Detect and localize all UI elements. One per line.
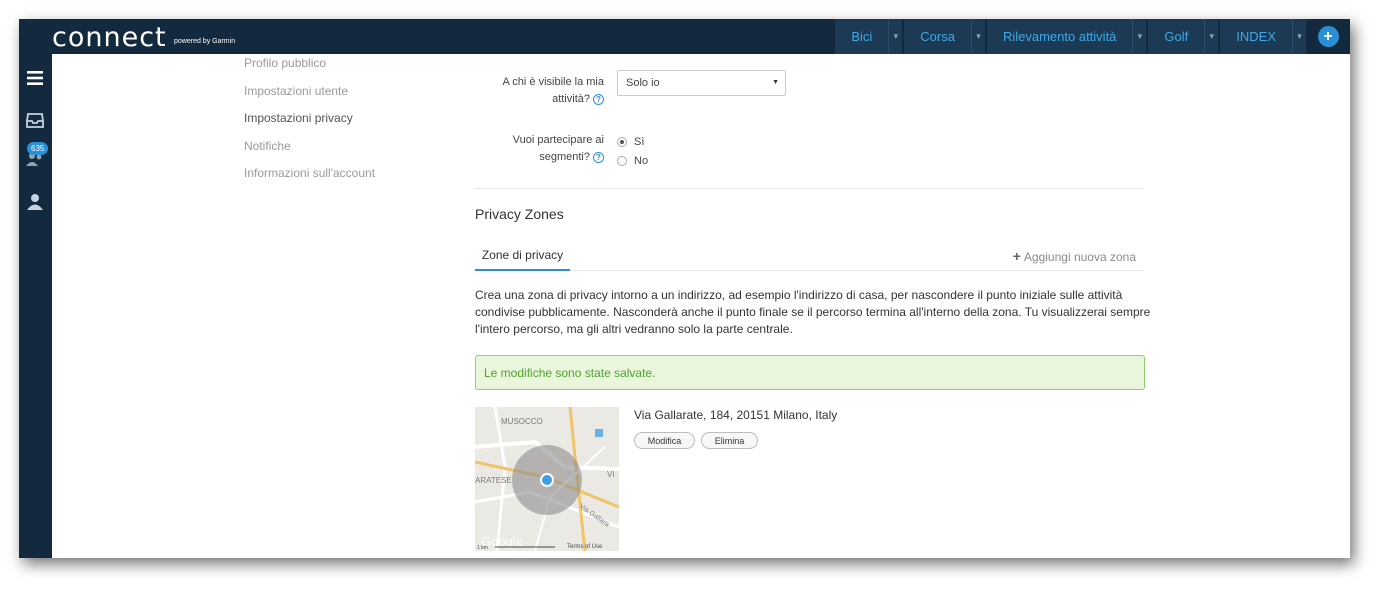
help-icon[interactable]: ? (593, 151, 604, 163)
nav-item-golf[interactable]: Golf ▾ (1148, 19, 1219, 54)
add-button[interactable]: + (1306, 19, 1350, 54)
visibility-label-line1: A chi è visibile la mia (502, 76, 605, 88)
nav-item-rilevamento[interactable]: Rilevamento attività ▾ (986, 19, 1147, 54)
tab-zone-di-privacy[interactable]: Zone di privacy (475, 242, 570, 271)
segments-label-line2: segmenti? (539, 151, 590, 163)
nav-item-bici[interactable]: Bici ▾ (835, 19, 903, 54)
add-zone-link[interactable]: + Aggiungi nuova zona (1013, 248, 1136, 264)
nav-item-label: Golf (1164, 29, 1189, 44)
settings-nav-item-profilo[interactable]: Profilo pubblico (244, 56, 375, 84)
zone-address: Via Gallarate, 184, 20151 Milano, Italy (634, 408, 838, 422)
map-label-aratese: ARATESE (475, 476, 512, 485)
nav-item-label: Rilevamento attività (1002, 29, 1117, 44)
success-alert: Le modifiche sono state salvate. (475, 355, 1145, 390)
help-icon[interactable]: ? (593, 93, 604, 105)
nav-item-label: INDEX (1236, 29, 1276, 44)
visibility-label-line2: attività? (552, 93, 590, 105)
segments-no-label: No (634, 155, 649, 167)
app-window: connect powered by Garmin Bici ▾ Corsa ▾… (19, 19, 1350, 558)
top-nav: Bici ▾ Corsa ▾ Rilevamento attività ▾ Go… (833, 19, 1350, 54)
visibility-label: A chi è visibile la mia attività?? (469, 74, 604, 108)
icon-sidebar: 635 (19, 54, 52, 558)
edit-zone-button[interactable]: Modifica (634, 432, 695, 449)
chevron-down-icon[interactable]: ▾ (970, 19, 985, 54)
privacy-zones-description: Crea una zona di privacy intorno a un in… (475, 288, 1151, 336)
settings-nav: Profilo pubblico Impostazioni utente Imp… (244, 56, 375, 194)
segments-yes-label: Sì (634, 136, 645, 148)
notification-badge[interactable]: 635 (27, 142, 49, 155)
settings-nav-item-notifiche[interactable]: Notifiche (244, 139, 375, 167)
nav-item-index[interactable]: INDEX ▾ (1220, 19, 1306, 54)
chevron-down-icon[interactable]: ▾ (1292, 19, 1306, 54)
map-label-musocco: MUSOCCO (501, 417, 543, 426)
radio-checked-icon[interactable] (617, 137, 627, 147)
section-divider (475, 188, 1144, 189)
settings-nav-item-account[interactable]: Informazioni sull'account (244, 166, 375, 194)
map-image: MUSOCCO ARATESE VI Via Gallara Google 1 … (475, 407, 619, 551)
user-icon[interactable] (25, 191, 45, 211)
plus-icon: + (1012, 248, 1021, 264)
nav-item-label: Corsa (920, 29, 955, 44)
visibility-select[interactable]: Solo io ▼ (617, 70, 786, 96)
segments-label: Vuoi partecipare ai segmenti?? (469, 132, 604, 166)
top-bar: connect powered by Garmin Bici ▾ Corsa ▾… (19, 19, 1350, 54)
zone-map[interactable]: MUSOCCO ARATESE VI Via Gallara Google 1 … (475, 407, 619, 551)
settings-nav-item-utente[interactable]: Impostazioni utente (244, 84, 375, 112)
settings-nav-item-privacy[interactable]: Impostazioni privacy (244, 111, 375, 139)
segments-label-line1: Vuoi partecipare ai (512, 134, 604, 146)
delete-zone-button[interactable]: Elimina (701, 432, 758, 449)
caret-down-icon: ▼ (772, 79, 779, 86)
connect-logo[interactable]: connect (52, 22, 167, 53)
chevron-down-icon[interactable]: ▾ (1132, 19, 1146, 54)
tabs-underline (475, 270, 1144, 271)
chevron-down-icon[interactable]: ▾ (1204, 19, 1218, 54)
segments-yes-radio[interactable]: Sì (617, 136, 644, 148)
chevron-down-icon[interactable]: ▾ (888, 19, 902, 54)
map-scale-label: 1 km (477, 545, 488, 551)
map-terms-link[interactable]: Terms of Use (567, 544, 603, 550)
privacy-zones-title: Privacy Zones (475, 206, 564, 222)
plus-icon: + (1317, 26, 1339, 47)
map-label-vi: VI (607, 470, 615, 479)
menu-icon[interactable] (25, 68, 45, 88)
inbox-icon[interactable] (25, 110, 45, 130)
visibility-select-value: Solo io (626, 77, 660, 89)
add-zone-label: Aggiungi nuova zona (1023, 250, 1136, 264)
nav-item-label: Bici (851, 29, 873, 44)
nav-item-corsa[interactable]: Corsa ▾ (904, 19, 985, 54)
radio-unchecked-icon[interactable] (617, 156, 627, 166)
logo-subtitle: powered by Garmin (174, 38, 236, 45)
segments-no-radio[interactable]: No (617, 155, 648, 167)
